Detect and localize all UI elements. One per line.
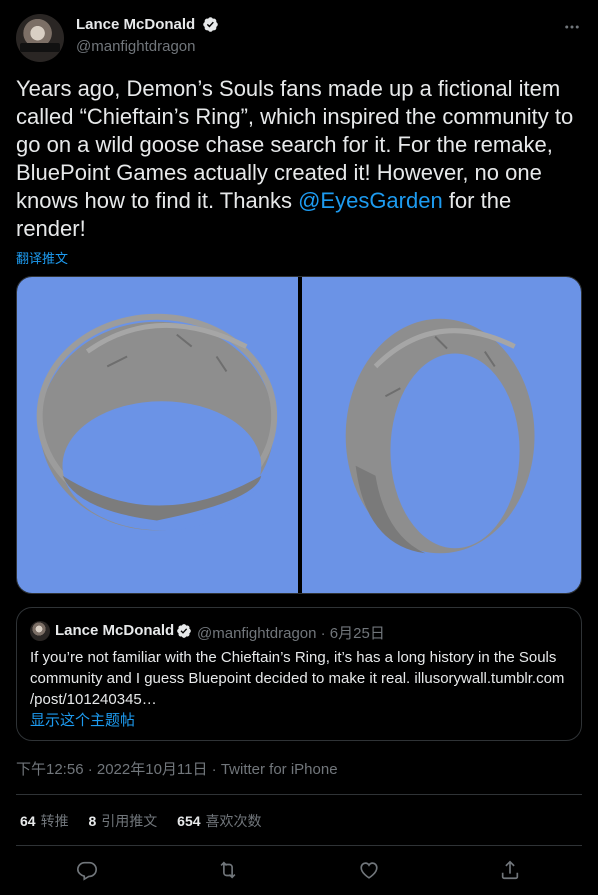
tweet-header: Lance McDonald @manfightdragon <box>16 12 582 62</box>
tweet-media[interactable] <box>16 276 582 594</box>
share-icon[interactable] <box>499 859 523 883</box>
divider <box>16 845 582 846</box>
tweet-timestamp[interactable]: 下午12:56 · 2022年10月11日 · Twitter for iPho… <box>16 758 338 779</box>
reply-icon[interactable] <box>76 859 100 883</box>
quote-display-name: Lance McDonald <box>55 622 175 639</box>
quoted-tweet[interactable]: Lance McDonald @manfightdragon · 6月25日 I… <box>16 607 582 741</box>
quote-text: If you’re not familiar with the Chieftai… <box>30 649 565 708</box>
heart-icon[interactable] <box>358 859 382 883</box>
mention-link[interactable]: @EyesGarden <box>298 188 443 213</box>
stat-retweets[interactable]: 64 转推 <box>20 811 69 831</box>
display-name[interactable]: Lance McDonald <box>76 16 195 33</box>
quote-handle-date: @manfightdragon · 6月25日 <box>197 625 385 642</box>
retweet-icon[interactable] <box>217 859 241 883</box>
stat-quote-tweets[interactable]: 8 引用推文 <box>88 811 157 831</box>
tweet-text: Years ago, Demon’s Souls fans made up a … <box>16 75 582 243</box>
show-thread-link[interactable]: 显示这个主题帖 <box>30 709 135 730</box>
translate-link[interactable]: 翻译推文 <box>16 248 68 267</box>
action-bar <box>0 855 598 887</box>
divider <box>16 794 582 795</box>
verified-badge-icon <box>203 17 218 32</box>
stat-likes[interactable]: 654 喜欢次数 <box>177 811 261 831</box>
ring-renders <box>36 313 535 554</box>
avatar[interactable] <box>16 14 64 62</box>
handle[interactable]: @manfightdragon <box>76 38 195 55</box>
quote-avatar <box>30 621 50 641</box>
more-icon[interactable] <box>562 18 582 36</box>
verified-badge-icon <box>177 624 191 638</box>
tweet-stats: 64 转推 8 引用推文 654 喜欢次数 <box>20 811 278 831</box>
